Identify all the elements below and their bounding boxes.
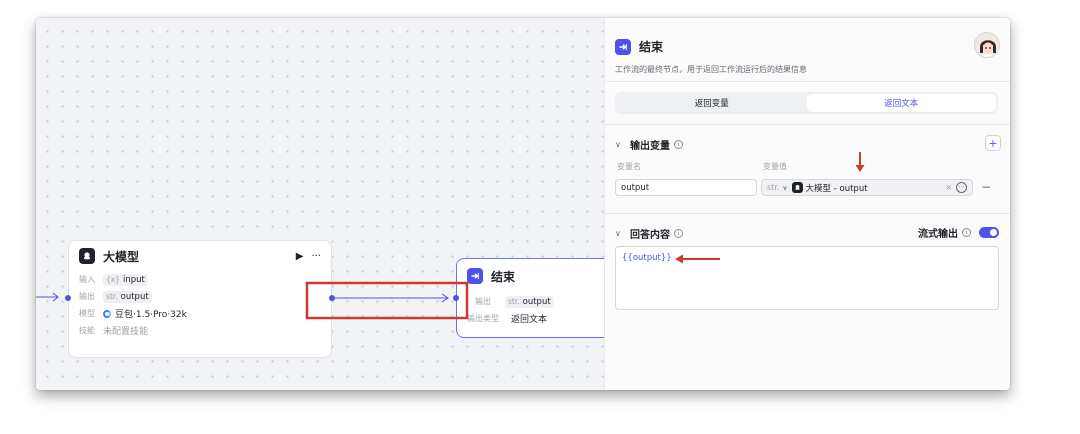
config-panel: 结束 工作流的最终节点，用于返回工作流运行后的结果信息 返回变量 返回文本 ∨ [604, 18, 1010, 390]
variable-value-field[interactable]: str. ∨ 大模型 - output × ··· [761, 179, 973, 196]
panel-description: 工作流的最终节点，用于返回工作流运行后的结果信息 [615, 65, 807, 74]
stream-output-label: 流式输出 [918, 229, 958, 240]
chevron-down-icon[interactable]: ∨ [615, 229, 625, 238]
end-icon [615, 38, 631, 55]
value-column-header: 变量值 [763, 162, 787, 171]
remove-variable-button[interactable]: − [981, 180, 991, 194]
stream-output-toggle[interactable] [979, 227, 999, 238]
chevron-down-icon[interactable]: ∨ [782, 184, 787, 192]
panel-title: 结束 [639, 40, 664, 54]
more-options-icon[interactable]: ··· [956, 182, 967, 193]
add-variable-button[interactable]: + [985, 135, 1001, 151]
llm-output-port[interactable] [329, 295, 335, 301]
tab-return-text[interactable]: 返回文本 [806, 94, 996, 112]
chevron-down-icon[interactable]: ∨ [615, 140, 625, 149]
edges-layer [36, 292, 449, 303]
answer-content-text: {{output}} [622, 253, 672, 263]
info-icon[interactable]: i [962, 228, 971, 237]
llm-input-port[interactable] [65, 295, 71, 301]
output-variables-section: ∨ 输出变量 i + 变量名 变量值 output str. ∨ 大模型 - o… [605, 124, 1010, 210]
type-select[interactable]: str. [767, 183, 779, 192]
end-input-port[interactable] [453, 295, 459, 301]
return-mode-tabs: 返回变量 返回文本 [615, 92, 998, 114]
variable-name-input[interactable]: output [615, 179, 757, 196]
name-column-header: 变量名 [617, 162, 641, 171]
info-icon[interactable]: i [674, 140, 683, 149]
section-title: 回答内容 [630, 230, 670, 241]
section-title: 输出变量 [630, 141, 670, 152]
answer-content-section: ∨ 回答内容 i 流式输出 i {{output}} [605, 213, 1010, 390]
llm-icon [791, 182, 803, 193]
panel-header: 结束 工作流的最终节点，用于返回工作流运行后的结果信息 [605, 18, 1010, 82]
answer-content-input[interactable]: {{output}} [615, 246, 999, 310]
tab-return-variable[interactable]: 返回变量 [617, 94, 807, 112]
clear-icon[interactable]: × [945, 183, 952, 192]
variable-reference: 大模型 - output [805, 183, 868, 194]
app-window: 大模型 ▶ ··· 输入 {x} input 输出 str. output 模型… [36, 18, 1010, 390]
info-icon[interactable]: i [674, 229, 683, 238]
avatar[interactable] [974, 32, 1000, 58]
workflow-canvas[interactable]: 大模型 ▶ ··· 输入 {x} input 输出 str. output 模型… [36, 18, 626, 390]
